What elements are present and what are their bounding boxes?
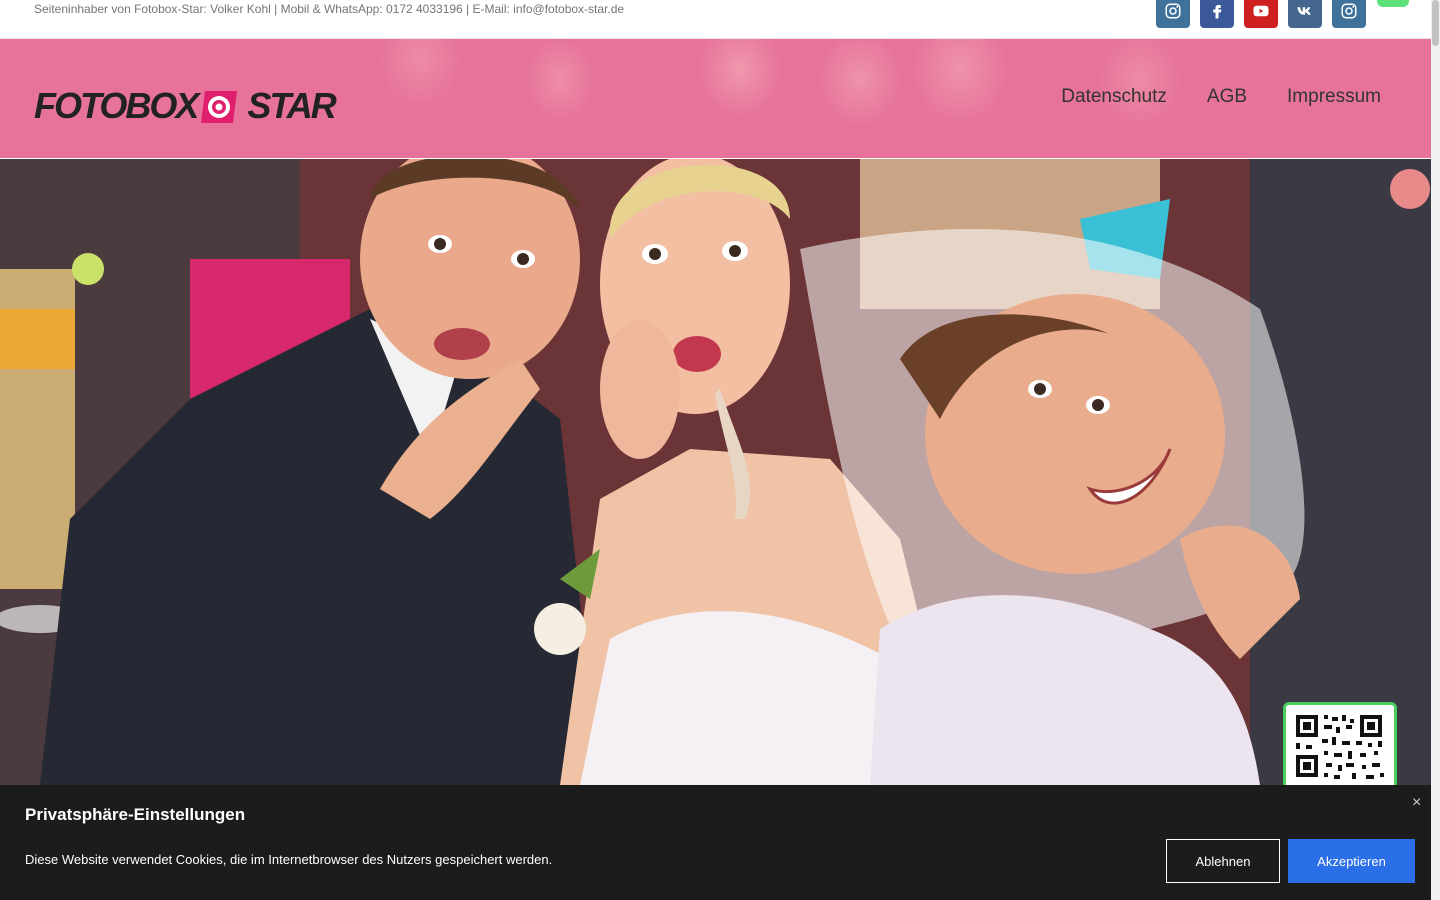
site-owner-info: Seiteninhaber von Fotobox-Star: Volker K… [34,2,625,16]
camera-icon [201,91,238,123]
logo-text-star: STAR [247,85,336,126]
site-logo[interactable]: FOTOBOX STAR [34,85,337,127]
youtube-icon [1253,5,1269,17]
qr-code[interactable] [1283,702,1397,792]
main-navigation: Datenschutz AGB Impressum [1061,86,1381,108]
hero-illustration [0,159,1431,785]
decline-button[interactable]: Ablehnen [1166,839,1280,883]
accept-button[interactable]: Akzeptieren [1288,839,1415,883]
hero-photo [0,159,1431,785]
instagram-link[interactable] [1156,0,1190,28]
site-header: FOTOBOX STAR Datenschutz AGB Impressum [0,39,1431,158]
social-links [1156,0,1366,28]
instagram-icon [1341,3,1357,19]
facebook-link[interactable] [1200,0,1234,28]
nav-impressum[interactable]: Impressum [1287,86,1381,108]
nav-datenschutz[interactable]: Datenschutz [1061,86,1167,108]
cookie-banner: Privatsphäre-Einstellungen Diese Website… [0,785,1431,900]
cookie-title: Privatsphäre-Einstellungen [25,805,246,824]
top-info-bar: Seiteninhaber von Fotobox-Star: Volker K… [0,0,1431,39]
close-icon[interactable]: × [1412,794,1421,812]
cookie-description: Diese Website verwendet Cookies, die im … [25,852,553,867]
green-tab[interactable] [1377,0,1409,7]
page-scrollbar[interactable] [1431,0,1440,900]
vk-icon [1297,7,1311,15]
instagram-icon [1165,3,1181,19]
instagram-link-2[interactable] [1332,0,1366,28]
scrollbar-thumb[interactable] [1432,0,1439,46]
facebook-icon [1213,5,1222,19]
vk-link[interactable] [1288,0,1322,28]
nav-agb[interactable]: AGB [1207,86,1247,108]
qr-code-icon [1286,705,1394,789]
logo-text-fotobox: FOTOBOX [34,85,199,126]
youtube-link[interactable] [1244,0,1278,28]
